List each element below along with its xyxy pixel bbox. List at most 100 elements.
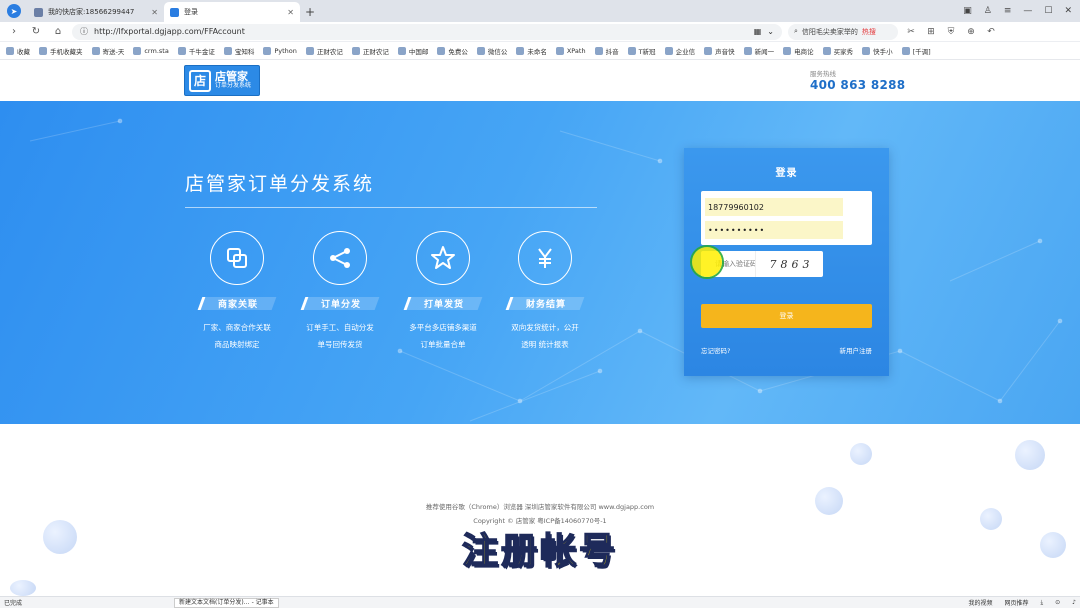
password-input[interactable]: [705, 221, 843, 239]
bookmark-item[interactable]: 宝知科: [223, 46, 254, 56]
feature-label: 商家关联: [197, 297, 277, 310]
decor-bubble: [10, 580, 36, 596]
site-info-icon[interactable]: ⓘ: [80, 26, 88, 37]
bookmark-item[interactable]: 未命名: [516, 46, 547, 56]
bookmark-item[interactable]: 中国邮: [397, 46, 429, 56]
shirt-icon[interactable]: ♙: [984, 6, 992, 16]
bookmark-item[interactable]: 电商论: [783, 46, 814, 56]
login-button[interactable]: 登录: [701, 304, 872, 328]
bookmark-favicon-icon: [397, 46, 406, 55]
menu-icon[interactable]: ≡: [1004, 6, 1012, 16]
undo-icon[interactable]: ↶: [984, 27, 998, 37]
feature-desc: 厂家、商家合作关联 商品映射绑定: [203, 323, 271, 349]
feature-label: 财务结算: [505, 297, 585, 310]
bookmark-item[interactable]: 手机收藏夹: [39, 46, 83, 56]
zoom-icon[interactable]: ⊙: [1055, 599, 1060, 606]
bookmark-item[interactable]: Python: [263, 46, 297, 55]
bookmark-item[interactable]: 收藏: [6, 46, 30, 56]
bookmark-item[interactable]: 声音快: [704, 46, 735, 56]
site-logo[interactable]: 店 店管家 订单分发系统: [184, 65, 260, 96]
site-header: 店 店管家 订单分发系统 服务热线 400 863 8288: [0, 60, 1080, 101]
bookmark-favicon-icon: [594, 46, 603, 55]
bookmark-favicon-icon: [39, 46, 47, 55]
bookmark-label: 千牛金证: [188, 47, 215, 56]
bookmark-item[interactable]: 买家秀: [822, 46, 854, 56]
credentials-box: [701, 191, 872, 245]
bookmark-favicon-icon: [6, 46, 14, 55]
tab-seller-account[interactable]: 我的快店家:18566299447 ✕: [28, 2, 164, 22]
hero-banner: 店管家订单分发系统 商家关联 厂家、商家合作关联 商品映射绑定 订单分发 订单手工…: [0, 101, 1080, 424]
bookmark-label: 中国邮: [408, 47, 429, 56]
home-icon[interactable]: ⌂: [50, 26, 66, 37]
hot-search-badge: 热搜: [861, 27, 876, 36]
reload-icon[interactable]: ↻: [28, 26, 44, 37]
bookmark-item[interactable]: crm.sta: [133, 46, 169, 55]
url-field[interactable]: ⓘ http://lfxportal.dgjapp.com/FFAccount …: [72, 23, 782, 40]
shield-icon[interactable]: ⛨: [944, 27, 958, 37]
taskbar-notepad-file[interactable]: 新建文本文档(订单分发)… - 记事本: [174, 598, 279, 608]
bookmark-item[interactable]: XPath: [555, 46, 586, 55]
hotline: 服务热线 400 863 8288: [810, 68, 905, 92]
bookmark-item[interactable]: 正财农记: [351, 46, 389, 56]
feature-desc: 双向发货统计，公开 透明 统计报表: [511, 323, 579, 349]
bookmark-item[interactable]: 新闻一: [743, 46, 774, 56]
bookmark-item[interactable]: 微信公: [476, 46, 508, 56]
bookmark-item[interactable]: 企业信: [664, 46, 695, 56]
status-item-videos[interactable]: 我的视频: [968, 598, 992, 607]
forgot-password-link[interactable]: 忘记密码?: [701, 345, 730, 355]
bookmark-favicon-icon: [223, 46, 232, 55]
bookmark-item[interactable]: 寄送-天: [91, 46, 124, 56]
bookmark-label: [千调]: [912, 47, 931, 56]
bookmark-item[interactable]: [千调]: [901, 46, 931, 56]
yen-icon: [518, 231, 572, 285]
maximize-icon[interactable]: ☐: [1044, 6, 1052, 16]
bookmark-item[interactable]: 正财农记: [305, 46, 343, 56]
close-window-icon[interactable]: ✕: [1064, 6, 1072, 16]
hotline-label: 服务热线: [810, 70, 836, 78]
sound-icon[interactable]: ♪: [1072, 599, 1076, 606]
bookmark-favicon-icon: [704, 46, 713, 55]
status-item-recommend[interactable]: 网页推荐: [1004, 598, 1028, 607]
captcha-char: 7: [769, 257, 777, 271]
bookmark-favicon-icon: [476, 46, 485, 55]
search-icon: ⌕: [794, 27, 798, 35]
page-favicon-icon: [34, 7, 43, 17]
status-text: 已完成: [4, 600, 23, 607]
bookmark-favicon-icon: [822, 46, 831, 55]
browser-logo[interactable]: ➤: [0, 0, 28, 22]
scissors-icon[interactable]: ✂: [904, 27, 918, 37]
tab-login[interactable]: 登录 ✕: [164, 2, 300, 22]
bookmark-item[interactable]: 快手小: [862, 46, 893, 56]
login-title: 登录: [775, 168, 798, 179]
bookmark-favicon-icon: [437, 46, 446, 55]
forward-icon[interactable]: ›: [6, 26, 22, 37]
bookmark-label: 买家秀: [833, 47, 854, 56]
minimize-icon[interactable]: —: [1023, 6, 1032, 16]
tab-list-icon[interactable]: ▣: [963, 6, 972, 16]
apps-icon[interactable]: ⊞: [924, 27, 938, 37]
window-controls: ▣ ♙ ≡ — ☐ ✕: [963, 0, 1080, 22]
extensions-icon[interactable]: ⊕: [964, 27, 978, 37]
bookmark-item[interactable]: 抖音: [594, 46, 619, 56]
page-favicon-icon: [170, 7, 179, 17]
bookmark-label: 声音快: [715, 47, 735, 56]
captcha-image[interactable]: 7 8 6 3: [755, 251, 823, 277]
bookmark-item[interactable]: 千牛金证: [177, 46, 215, 56]
grid-icon[interactable]: ▦: [754, 27, 762, 36]
close-tab-icon[interactable]: ✕: [151, 8, 158, 17]
bookmark-item[interactable]: T新冠: [627, 46, 656, 56]
browser-search-box[interactable]: ⌕ 信阳毛尖卖家举的 热搜: [788, 23, 898, 40]
share-icon: [313, 231, 367, 285]
cursor-highlight: [692, 247, 722, 277]
captcha-char: 3: [802, 257, 810, 271]
register-link[interactable]: 新用户注册: [840, 345, 873, 355]
bookmark-favicon-icon: [555, 46, 564, 55]
video-subtitle: 注册帐号: [461, 530, 618, 573]
chevron-down-icon[interactable]: ⌄: [767, 27, 774, 36]
bookmark-label: 微信公: [487, 47, 508, 56]
username-input[interactable]: [705, 198, 843, 216]
close-tab-icon[interactable]: ✕: [287, 8, 294, 17]
new-tab-button[interactable]: +: [300, 2, 320, 22]
download-icon[interactable]: ⤓: [1040, 599, 1043, 607]
bookmark-item[interactable]: 免费公: [437, 46, 468, 56]
